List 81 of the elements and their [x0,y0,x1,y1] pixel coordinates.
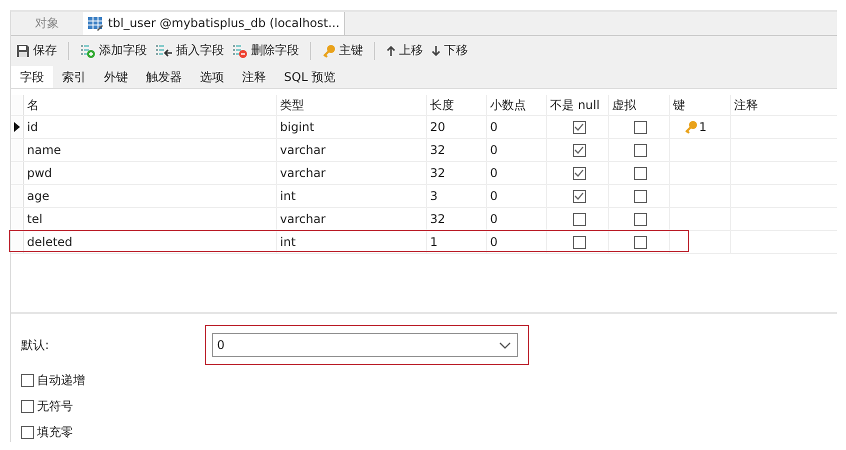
checkbox-label: 填充零 [37,424,73,440]
table-cell: 3 [426,185,486,208]
toolbar-button[interactable]: 下移 [430,40,469,62]
tab[interactable]: 字段 [11,66,53,88]
checkbox[interactable] [572,236,586,249]
table-cell-text: deleted [26,234,74,252]
tab[interactable]: tbl_user @mybatisplus_db (localhost... [83,12,345,35]
checkbox[interactable] [21,426,34,438]
checkbox[interactable] [21,374,34,386]
check-icon [573,121,585,134]
tab[interactable]: 注释 [233,66,275,88]
checkbox-label: 自动递增 [37,372,85,388]
table-cell: varchar [276,139,426,162]
table-cell: int [276,231,426,254]
checkbox[interactable] [634,144,647,157]
chevron-down-icon [499,342,511,348]
column-header: 类型 [276,95,426,116]
checkbox[interactable] [21,400,34,412]
table-cell-text: tel [26,211,44,228]
toolbar-button[interactable]: 删除字段 [231,40,300,62]
checkbox[interactable] [572,120,586,134]
checkbox[interactable] [634,190,647,203]
toolbar-button[interactable]: 添加字段 [79,40,148,62]
checkbox[interactable] [572,166,586,180]
table-cell: 0 [486,208,546,230]
insert-field-icon [155,44,173,58]
table-cell: 32 [426,208,486,230]
table-cell: 0 [486,162,546,184]
save-button[interactable]: 保存 [15,40,58,62]
check-icon [573,190,585,202]
checkbox[interactable] [634,236,647,249]
key-icon [322,44,336,58]
column-header: 注释 [730,95,837,116]
default-dropdown[interactable]: 0 [212,333,518,357]
key-order: 1 [699,120,707,134]
toolbar-button[interactable]: 上移 [385,40,424,62]
checkbox[interactable] [572,144,586,157]
field-label: 默认: [21,336,50,354]
column-header: 不是 null [546,95,608,116]
column-header: 虚拟 [608,95,669,116]
table-cell: varchar [276,162,426,184]
table-cell-text: id [26,119,39,136]
table-cell: 0 [486,231,546,254]
checkbox[interactable] [634,212,647,226]
checkbox[interactable] [572,190,586,203]
add-field-icon [80,44,96,58]
key-icon [684,120,698,134]
down-arrow-icon [431,44,441,57]
table-cell: varchar [276,208,426,230]
column-header: 键 [669,95,730,116]
tab[interactable]: 触发器 [137,66,191,88]
table-icon [87,14,104,32]
table-cell: 20 [426,116,486,138]
tab[interactable]: 外键 [95,66,137,88]
table-cell: 0 [486,116,546,138]
checkbox[interactable] [634,120,647,134]
table-cell-text: name [26,142,62,160]
checkbox-label: 无符号 [37,398,73,414]
tab[interactable]: SQL 预览 [275,66,345,88]
checkbox[interactable] [572,212,586,226]
table-cell: 32 [426,162,486,184]
table-cell: bigint [276,116,426,138]
toolbar-button[interactable]: 插入字段 [154,40,225,62]
table-cell: int [276,185,426,208]
table-cell: 32 [426,139,486,162]
tab[interactable]: 索引 [53,66,95,88]
column-header: 小数点 [486,95,546,116]
column-header: 名 [26,96,40,114]
table-cell-text: pwd [26,165,54,182]
table-cell-text: age [26,188,50,206]
tab[interactable]: 选项 [191,66,233,88]
toolbar-button[interactable]: 主键 [321,40,364,62]
delete-field-icon [232,44,248,58]
table-cell: 0 [486,185,546,208]
table-cell: 1 [426,231,486,254]
column-header: 长度 [426,95,486,116]
up-arrow-icon [386,44,396,57]
table-cell: 0 [486,139,546,162]
checkbox[interactable] [634,166,647,180]
check-icon [573,167,585,180]
check-icon [573,144,585,156]
